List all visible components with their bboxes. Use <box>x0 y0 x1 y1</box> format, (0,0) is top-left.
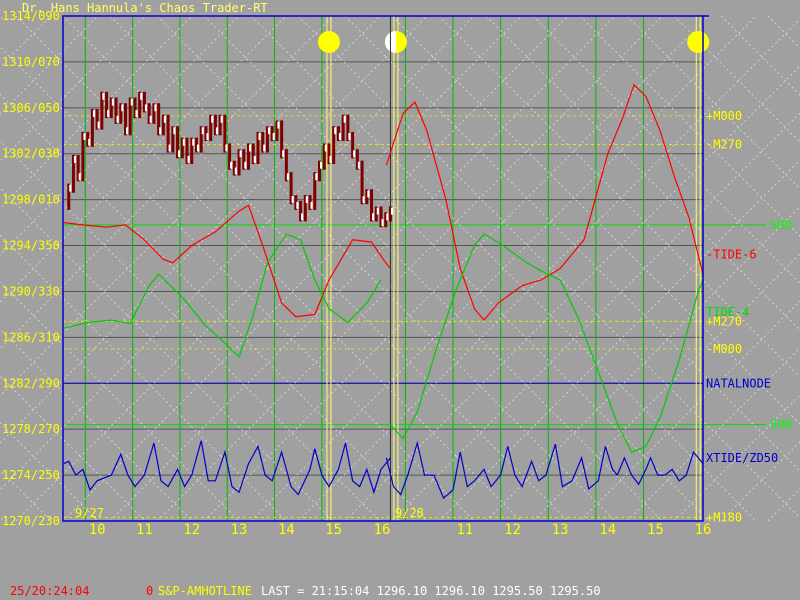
chaos-trader-chart: 1314/0901310/0701306/0501302/0301298/010… <box>0 0 800 600</box>
time-tick-label: 16 <box>374 522 391 538</box>
status-clock: 25/20:24:04 <box>10 584 89 598</box>
status-quote: LAST = 21:15:04 1296.10 1296.10 1295.50 … <box>261 584 601 598</box>
right-level-label: +M000 <box>706 109 742 123</box>
right-level-label: -M270 <box>706 138 742 152</box>
price-tick-label: 1286/310 <box>2 330 60 344</box>
right-level-label: +M180 <box>706 511 742 525</box>
price-tick-label: 1278/270 <box>2 422 60 436</box>
time-tick-label: 12 <box>183 522 200 538</box>
time-tick-label: 13 <box>231 522 248 538</box>
right-level-label: -M000 <box>706 342 742 356</box>
full-moon-icon <box>687 31 710 53</box>
time-tick-label: 11 <box>457 522 474 538</box>
chart-title: Dr. Hans Hannula's Chaos Trader-RT <box>22 1 268 15</box>
status-zero: 0 <box>146 584 153 598</box>
price-tick-label: 1274/250 <box>2 468 60 482</box>
price-tick-label: 1290/330 <box>2 284 60 298</box>
time-tick-label: 11 <box>136 522 153 538</box>
time-tick-label: 14 <box>278 522 295 538</box>
time-tick-label: 15 <box>325 522 342 538</box>
time-tick-label: 15 <box>647 522 664 538</box>
right-level-label: NATALNODE <box>706 376 771 390</box>
right-level-label: -TIDE-6 <box>706 248 757 262</box>
price-tick-label: 1306/050 <box>2 101 60 115</box>
full-moon-icon <box>317 31 340 53</box>
right-level-label: +M270 <box>706 314 742 328</box>
time-tick-label: 12 <box>504 522 521 538</box>
sun-label: SUN <box>770 218 792 232</box>
sun-label: SUN <box>770 418 792 432</box>
time-tick-label: 10 <box>89 522 106 538</box>
time-tick-label: 13 <box>552 522 569 538</box>
right-level-label: XTIDE/ZD50 <box>706 451 778 465</box>
price-tick-label: 1270/230 <box>2 514 60 528</box>
date-label: 9/27 <box>75 506 104 520</box>
status-symbol: S&P-AMHOTLINE <box>158 584 252 598</box>
price-tick-label: 1302/030 <box>2 147 60 161</box>
price-tick-label: 1294/350 <box>2 239 60 253</box>
date-label: 9/28 <box>395 506 424 520</box>
price-tick-label: 1298/010 <box>2 193 60 207</box>
price-tick-label: 1282/290 <box>2 376 60 390</box>
price-tick-label: 1310/070 <box>2 55 60 69</box>
time-tick-label: 14 <box>599 522 616 538</box>
